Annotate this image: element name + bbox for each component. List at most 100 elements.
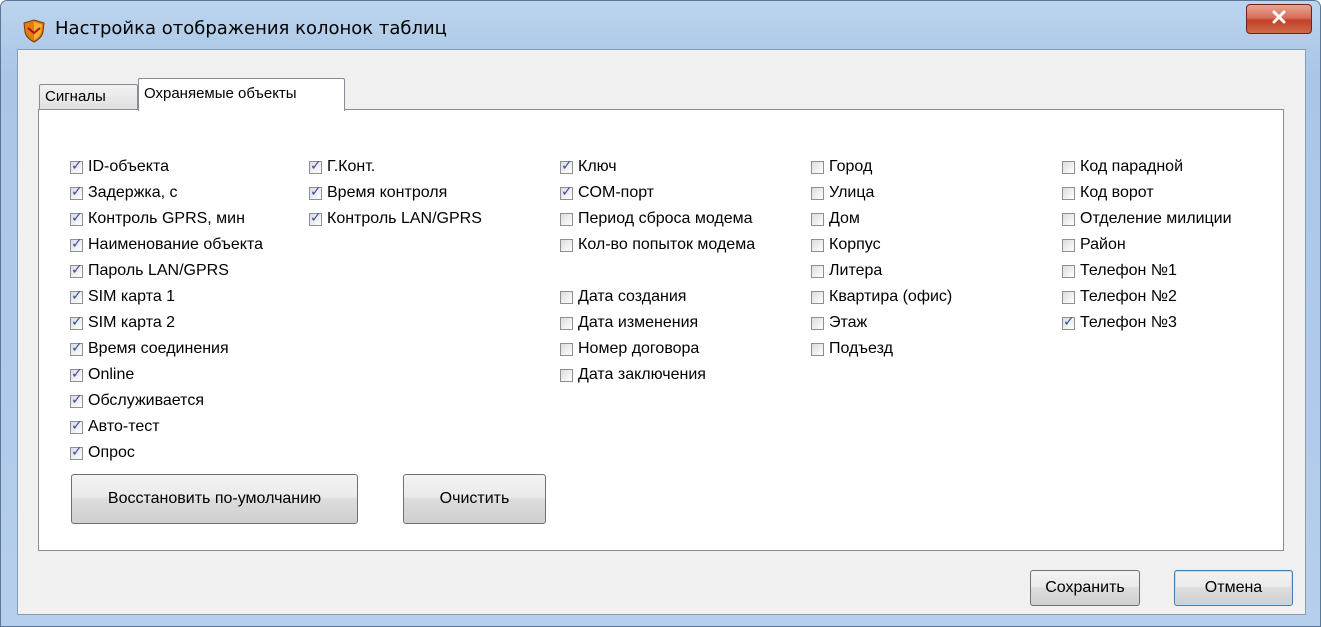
column-checkbox-row[interactable]: Отделение милиции xyxy=(1062,206,1232,232)
column-checkbox-row[interactable]: Авто-тест xyxy=(70,414,263,440)
column-checkbox-row[interactable]: Квартира (офис) xyxy=(811,284,952,310)
column-checkbox-row[interactable]: Наименование объекта xyxy=(70,232,263,258)
column-checkbox-row[interactable]: Online xyxy=(70,362,263,388)
tab-panel: ID-объекта Задержка, с Контроль GPRS, мин Н… xyxy=(38,109,1284,551)
checkbox-checked[interactable] xyxy=(70,236,83,252)
checkbox-checked[interactable] xyxy=(309,158,322,174)
column-checkbox-row[interactable]: Период сброса модема xyxy=(560,206,755,232)
column-checkbox-row[interactable]: SIM карта 2 xyxy=(70,310,263,336)
column-checkbox-row[interactable]: Город xyxy=(811,154,952,180)
column-checkbox-row[interactable]: Район xyxy=(1062,232,1232,258)
checkbox-unchecked[interactable] xyxy=(811,264,824,278)
checkbox-unchecked[interactable] xyxy=(560,368,573,382)
checkbox-checked[interactable] xyxy=(70,444,83,460)
checkbox-label: Г.Конт. xyxy=(327,158,376,175)
checkbox-checked[interactable] xyxy=(70,418,83,434)
column-checkbox-row[interactable]: Корпус xyxy=(811,232,952,258)
checkbox-label: ID-объекта xyxy=(88,158,169,175)
checkbox-unchecked[interactable] xyxy=(811,160,824,174)
checkbox-checked[interactable] xyxy=(70,392,83,408)
checkbox-unchecked[interactable] xyxy=(811,238,824,252)
checkbox-checked[interactable] xyxy=(309,210,322,226)
checkbox-unchecked[interactable] xyxy=(811,290,824,304)
checkbox-checked[interactable] xyxy=(70,288,83,304)
save-button[interactable]: Сохранить xyxy=(1030,570,1140,606)
checkbox-label: Телефон №3 xyxy=(1080,314,1177,331)
checkbox-checked[interactable] xyxy=(70,158,83,174)
checkbox-checked[interactable] xyxy=(70,262,83,278)
checkbox-checked[interactable] xyxy=(309,184,322,200)
column-checkbox-row[interactable]: Дом xyxy=(811,206,952,232)
column-checkbox-row[interactable]: Телефон №1 xyxy=(1062,258,1232,284)
checkbox-unchecked[interactable] xyxy=(1062,238,1075,252)
checkbox-unchecked[interactable] xyxy=(1062,160,1075,174)
column-checkbox-row[interactable]: Время контроля xyxy=(309,180,482,206)
column-checkbox-row[interactable]: Улица xyxy=(811,180,952,206)
checkbox-label: Дом xyxy=(829,210,860,227)
column-checkbox-row[interactable]: ID-объекта xyxy=(70,154,263,180)
column-checkbox-row[interactable]: Кол-во попыток модема xyxy=(560,232,755,258)
checkbox-checked[interactable] xyxy=(70,210,83,226)
column-checkbox-row[interactable]: Опрос xyxy=(70,440,263,466)
column-checkbox-row[interactable]: Код парадной xyxy=(1062,154,1232,180)
column-checkbox-row[interactable]: Контроль GPRS, мин xyxy=(70,206,263,232)
column-checkbox-row[interactable]: Литера xyxy=(811,258,952,284)
checkbox-checked[interactable] xyxy=(560,158,573,174)
title-bar[interactable]: Настройка отображения колонок таблиц xyxy=(1,1,1320,51)
checkbox-checked[interactable] xyxy=(70,314,83,330)
column-checkbox-row[interactable]: Обслуживается xyxy=(70,388,263,414)
checkbox-unchecked[interactable] xyxy=(811,186,824,200)
checkbox-checked[interactable] xyxy=(70,340,83,356)
column-checkbox-row[interactable]: COM-порт xyxy=(560,180,755,206)
checkbox-checked[interactable] xyxy=(70,184,83,200)
column-checkbox-row[interactable]: Номер договора xyxy=(560,336,755,362)
checkbox-label: Контроль GPRS, мин xyxy=(88,210,245,227)
window-title: Настройка отображения колонок таблиц xyxy=(55,18,447,39)
column-checkbox-row[interactable]: Дата создания xyxy=(560,284,755,310)
column-checkbox-row[interactable]: Телефон №3 xyxy=(1062,310,1232,336)
column-checkbox-row[interactable]: SIM карта 1 xyxy=(70,284,263,310)
restore-defaults-button[interactable]: Восстановить по-умолчанию xyxy=(71,474,358,524)
checkbox-unchecked[interactable] xyxy=(560,316,573,330)
checkbox-unchecked[interactable] xyxy=(560,212,573,226)
column-checkbox-row[interactable]: Г.Конт. xyxy=(309,154,482,180)
close-button[interactable] xyxy=(1246,4,1312,34)
checkbox-unchecked[interactable] xyxy=(811,212,824,226)
column-checkbox-row[interactable]: Пароль LAN/GPRS xyxy=(70,258,263,284)
checkbox-unchecked[interactable] xyxy=(560,290,573,304)
checkbox-label: Время соединения xyxy=(88,340,229,357)
checkbox-checked[interactable] xyxy=(70,366,83,382)
tab-protected-objects[interactable]: Охраняемые объекты xyxy=(138,78,345,111)
column-checkbox-row[interactable]: Подъезд xyxy=(811,336,952,362)
column-checkbox-row[interactable]: Задержка, с xyxy=(70,180,263,206)
checkbox-unchecked[interactable] xyxy=(811,316,824,330)
checkbox-unchecked[interactable] xyxy=(560,238,573,252)
column-checkbox-row[interactable]: Время соединения xyxy=(70,336,263,362)
column-checkbox-row[interactable]: Этаж xyxy=(811,310,952,336)
checkbox-unchecked[interactable] xyxy=(560,342,573,356)
checkbox-label: SIM карта 1 xyxy=(88,288,176,305)
checkbox-label: Дата заключения xyxy=(578,366,706,383)
cancel-button[interactable]: Отмена xyxy=(1174,570,1293,606)
checkbox-unchecked[interactable] xyxy=(1062,290,1075,304)
checkbox-unchecked[interactable] xyxy=(811,342,824,356)
checkbox-label: Online xyxy=(88,366,135,383)
checkbox-unchecked[interactable] xyxy=(1062,186,1075,200)
tab-signals[interactable]: Сигналы xyxy=(39,84,138,109)
checkbox-unchecked[interactable] xyxy=(1062,212,1075,226)
column-checkbox-row[interactable]: Телефон №2 xyxy=(1062,284,1232,310)
checkbox-checked[interactable] xyxy=(560,184,573,200)
column-checkbox-row[interactable]: Дата изменения xyxy=(560,310,755,336)
checkbox-label: Ключ xyxy=(578,158,617,175)
column-checkbox-row[interactable]: Контроль LAN/GPRS xyxy=(309,206,482,232)
column-checkbox-row[interactable]: Код ворот xyxy=(1062,180,1232,206)
checkbox-unchecked[interactable] xyxy=(1062,264,1075,278)
dialog-client-area: Сигналы Охраняемые объекты ID-объекта Зад… xyxy=(17,49,1306,615)
clear-button[interactable]: Очистить xyxy=(403,474,546,524)
column-checkbox-row[interactable]: Ключ xyxy=(560,154,755,180)
column-group-control: Г.Конт. Время контроля Контроль LAN/GPRS xyxy=(309,154,482,232)
checkbox-checked[interactable] xyxy=(1062,314,1075,330)
column-checkbox-row[interactable]: Дата заключения xyxy=(560,362,755,388)
checkbox-label: Время контроля xyxy=(327,184,448,201)
